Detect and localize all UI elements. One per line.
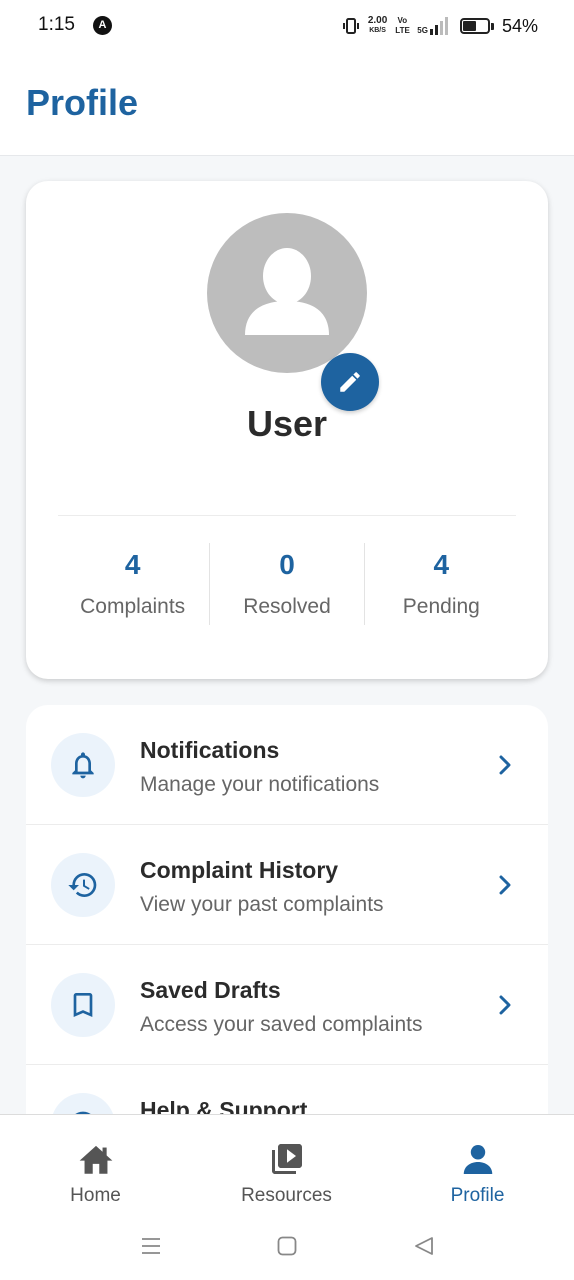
stat-label: Complaints — [80, 595, 186, 618]
nav-item-profile[interactable]: Profile — [382, 1115, 573, 1218]
page-title: Profile — [26, 82, 139, 123]
menu-item-notifications[interactable]: Notifications Manage your notifications — [26, 705, 548, 825]
person-placeholder-icon — [245, 248, 329, 335]
stat-pending[interactable]: 4 Pending — [363, 543, 518, 625]
divider — [58, 515, 516, 516]
back-icon[interactable] — [414, 1236, 434, 1256]
stat-value: 4 — [433, 549, 450, 580]
profile-card: User 4 Complaints 0 Resolved 4 Pending — [26, 181, 548, 679]
net-speed-unit: KB/S — [369, 27, 386, 34]
avatar[interactable] — [207, 213, 367, 373]
status-indicators: 2.00 KB/S Vo LTE 5G 54% — [342, 14, 538, 38]
menu-item-saved-drafts[interactable]: Saved Drafts Access your saved complaint… — [26, 945, 548, 1065]
stat-value: 0 — [279, 549, 295, 580]
bell-icon — [72, 752, 94, 779]
app-header: Profile — [0, 52, 574, 156]
vibrate-icon — [342, 18, 359, 34]
stat-value: 4 — [124, 549, 141, 580]
pencil-icon — [340, 372, 360, 392]
menu-item-subtitle: View your past complaints — [140, 893, 384, 916]
history-icon — [68, 873, 97, 897]
notification-badge-icon: A — [93, 16, 112, 35]
signal-icon: 5G — [417, 17, 452, 35]
stats-row: 4 Complaints 0 Resolved 4 Pending — [56, 543, 518, 625]
battery-percent: 54% — [501, 15, 538, 36]
menu-item-title: Saved Drafts — [140, 977, 281, 1003]
user-name: User — [246, 403, 328, 444]
stat-label: Resolved — [243, 595, 331, 618]
system-nav-bar — [0, 1218, 574, 1280]
stat-resolved[interactable]: 0 Resolved — [209, 543, 363, 625]
nav-label: Profile — [450, 1185, 505, 1206]
home-system-icon[interactable] — [277, 1236, 297, 1256]
bookmark-icon — [73, 993, 93, 1017]
menu-icon-circle — [51, 973, 115, 1037]
status-time: 1:15 — [38, 14, 75, 35]
status-bar: 1:15 A 2.00 KB/S Vo LTE 5G 54% — [0, 0, 574, 52]
nav-item-home[interactable]: Home — [0, 1115, 191, 1218]
menu-item-complaint-history[interactable]: Complaint History View your past complai… — [26, 825, 548, 945]
net-speed: 2.00 KB/S — [368, 16, 387, 36]
recent-apps-icon[interactable] — [141, 1236, 161, 1256]
video-library-icon — [271, 1144, 302, 1174]
person-icon — [463, 1145, 492, 1174]
home-icon — [79, 1145, 112, 1174]
nav-label: Home — [70, 1185, 121, 1206]
menu-icon-circle — [51, 853, 115, 917]
bottom-nav: Home Resources Profile — [0, 1114, 574, 1218]
chevron-right-icon — [499, 875, 511, 895]
stat-label: Pending — [402, 595, 480, 618]
menu-icon-circle — [51, 733, 115, 797]
menu-item-title: Complaint History — [140, 857, 339, 883]
volte-indicator: Vo LTE — [395, 16, 410, 35]
stat-complaints[interactable]: 4 Complaints — [56, 543, 209, 625]
menu-item-title: Notifications — [140, 737, 280, 763]
nav-item-resources[interactable]: Resources — [191, 1115, 382, 1218]
chevron-right-icon — [499, 995, 511, 1015]
menu-list: Notifications Manage your notifications … — [26, 705, 548, 1125]
chevron-right-icon — [499, 755, 511, 775]
network-type: 5G — [417, 26, 428, 35]
battery-icon — [459, 18, 494, 34]
menu-item-subtitle: Access your saved complaints — [140, 1013, 423, 1036]
nav-label: Resources — [241, 1185, 332, 1206]
net-speed-value: 2.00 — [367, 15, 388, 26]
menu-item-subtitle: Manage your notifications — [140, 773, 380, 796]
